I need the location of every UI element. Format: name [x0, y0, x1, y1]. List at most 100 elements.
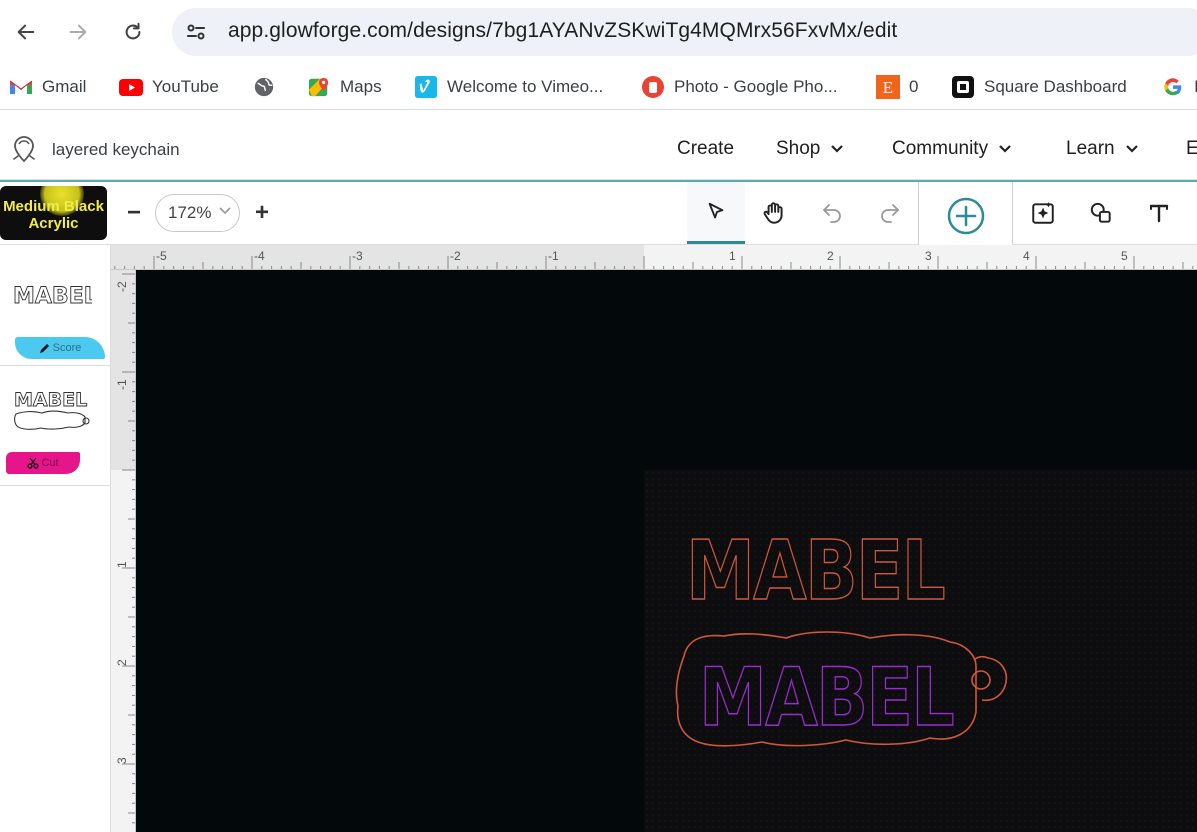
- bookmark-etsy[interactable]: E 0: [876, 74, 918, 100]
- pencil-icon: [39, 344, 49, 353]
- bookmark-label: YouTube: [152, 77, 219, 96]
- text-tool-button[interactable]: [1130, 182, 1188, 244]
- ruler-label: -2: [450, 249, 461, 263]
- zoom-in-button[interactable]: +: [251, 199, 273, 226]
- score-thumbnail: MABEL: [13, 284, 92, 309]
- bookmarks-bar: Gmail YouTube Maps Welcome to Vimeo... P…: [0, 64, 1197, 110]
- chevron-down-icon: [219, 207, 231, 215]
- ruler-ticks: [114, 256, 1194, 269]
- bookmark-maps[interactable]: Maps: [307, 74, 382, 100]
- ruler-label: -4: [254, 249, 265, 263]
- bookmark-square[interactable]: Square Dashboard: [951, 74, 1127, 100]
- address-bar[interactable]: app.glowforge.com/designs/7bg1AYANvZSKwi…: [172, 8, 1197, 56]
- ruler-label: 3: [115, 757, 129, 764]
- nav-more-label: E: [1186, 138, 1197, 159]
- select-tool-button[interactable]: [687, 182, 745, 244]
- ruler-vertical: -2 -1 1 2 3: [111, 270, 136, 832]
- youtube-icon: [119, 75, 143, 99]
- nav-learn-label: Learn: [1066, 138, 1115, 159]
- editor-toolbar: Medium Black Acrylic − 172% +: [0, 182, 1197, 250]
- sparkle-image-icon: [1032, 202, 1054, 224]
- svg-text:E: E: [883, 78, 893, 97]
- scissors-icon: [27, 457, 40, 469]
- url-text: app.glowforge.com/designs/7bg1AYANvZSKwi…: [228, 19, 898, 42]
- ruler-label: 3: [925, 249, 932, 263]
- chevron-down-icon: [1125, 145, 1138, 153]
- score-tag: Score: [15, 337, 105, 359]
- ruler-label: -5: [156, 249, 167, 263]
- nav-shop-label: Shop: [776, 138, 821, 159]
- design-canvas[interactable]: MABEL MABEL: [136, 270, 1197, 832]
- globe-icon: [252, 75, 276, 99]
- google-photos-icon: [641, 75, 665, 99]
- bookmark-label: Square Dashboard: [984, 77, 1127, 96]
- score-tag-label: Score: [52, 342, 82, 354]
- bookmark-label: Gmail: [42, 77, 87, 96]
- material-label: Medium Black Acrylic: [3, 198, 104, 232]
- bookmark-google[interactable]: I: [1161, 74, 1197, 100]
- ruler-label: 2: [827, 249, 834, 263]
- forward-button[interactable]: [60, 14, 96, 50]
- undo-icon: [823, 204, 841, 223]
- ruler-label: -2: [115, 281, 129, 292]
- redo-icon: [881, 204, 899, 223]
- bookmark-globe[interactable]: [252, 74, 285, 100]
- bookmark-label: 0: [909, 77, 919, 96]
- design-name[interactable]: layered keychain: [52, 140, 180, 160]
- bookmark-youtube[interactable]: YouTube: [119, 74, 219, 100]
- step-cut[interactable]: MABEL Cut: [0, 366, 111, 486]
- step-score[interactable]: MABEL Score: [0, 245, 111, 366]
- keyring-hole[interactable]: [971, 670, 991, 690]
- score-thumb-text: MABEL: [13, 284, 92, 309]
- bookmark-google-photos[interactable]: Photo - Google Pho...: [641, 74, 838, 100]
- nav-learn[interactable]: Learn: [1066, 138, 1139, 160]
- design-artwork: MABEL MABEL: [675, 523, 1008, 747]
- nav-community[interactable]: Community: [892, 138, 1012, 160]
- arrow-left-icon: [17, 24, 35, 40]
- chevron-down-icon: [999, 145, 1011, 153]
- magic-canvas-button[interactable]: [1014, 182, 1072, 244]
- bookmark-gmail[interactable]: Gmail: [9, 74, 86, 100]
- gmail-icon: [9, 75, 33, 99]
- zoom-out-button[interactable]: −: [123, 199, 145, 226]
- nav-shop[interactable]: Shop: [776, 138, 844, 160]
- cut-tag-label: Cut: [41, 457, 59, 469]
- site-settings-icon[interactable]: [184, 20, 208, 44]
- square-icon: [951, 75, 975, 99]
- ruler-label: -1: [548, 249, 559, 263]
- browser-toolbar: app.glowforge.com/designs/7bg1AYANvZSKwi…: [0, 0, 1197, 64]
- maps-icon: [307, 75, 331, 99]
- cut-design-text[interactable]: MABEL: [698, 650, 955, 744]
- chevron-down-icon: [831, 145, 844, 153]
- reload-button[interactable]: [115, 14, 151, 50]
- score-design-text[interactable]: MABEL: [685, 523, 947, 619]
- ruler-label: 1: [729, 249, 736, 263]
- ruler-label: 1: [115, 561, 129, 568]
- back-button[interactable]: [8, 14, 44, 50]
- bookmark-vimeo[interactable]: Welcome to Vimeo...: [414, 74, 603, 100]
- reload-icon: [125, 22, 141, 40]
- app-header: layered keychain Create Shop Community L…: [0, 118, 1197, 180]
- shapes-button[interactable]: [1072, 182, 1130, 244]
- redo-button[interactable]: [861, 182, 919, 244]
- pan-tool-button[interactable]: [745, 182, 803, 244]
- plus-circle-icon: [947, 197, 984, 234]
- nav-community-label: Community: [892, 138, 989, 159]
- etsy-icon: E: [876, 75, 900, 99]
- undo-button[interactable]: [803, 182, 861, 244]
- nav-create[interactable]: Create: [677, 138, 734, 160]
- bookmark-label: Photo - Google Pho...: [674, 77, 838, 96]
- ruler-horizontal: -5 -4 -3 -2 -1 1 2 3 4 5: [111, 245, 1197, 270]
- bookmark-label: Welcome to Vimeo...: [447, 77, 604, 96]
- nav-more[interactable]: E: [1186, 138, 1197, 160]
- ruler-label: 2: [115, 659, 129, 666]
- material-selector[interactable]: Medium Black Acrylic: [0, 186, 107, 240]
- location-pin-icon[interactable]: [10, 134, 38, 164]
- shapes-icon: [1090, 202, 1111, 223]
- add-artwork-button[interactable]: [918, 182, 1013, 250]
- steps-panel: MABEL Score MABEL Cut: [0, 245, 111, 832]
- nav-create-label: Create: [677, 138, 735, 159]
- ruler-label: -1: [115, 379, 129, 390]
- ruler-ticks: [122, 273, 135, 824]
- zoom-select[interactable]: 172%: [155, 194, 240, 232]
